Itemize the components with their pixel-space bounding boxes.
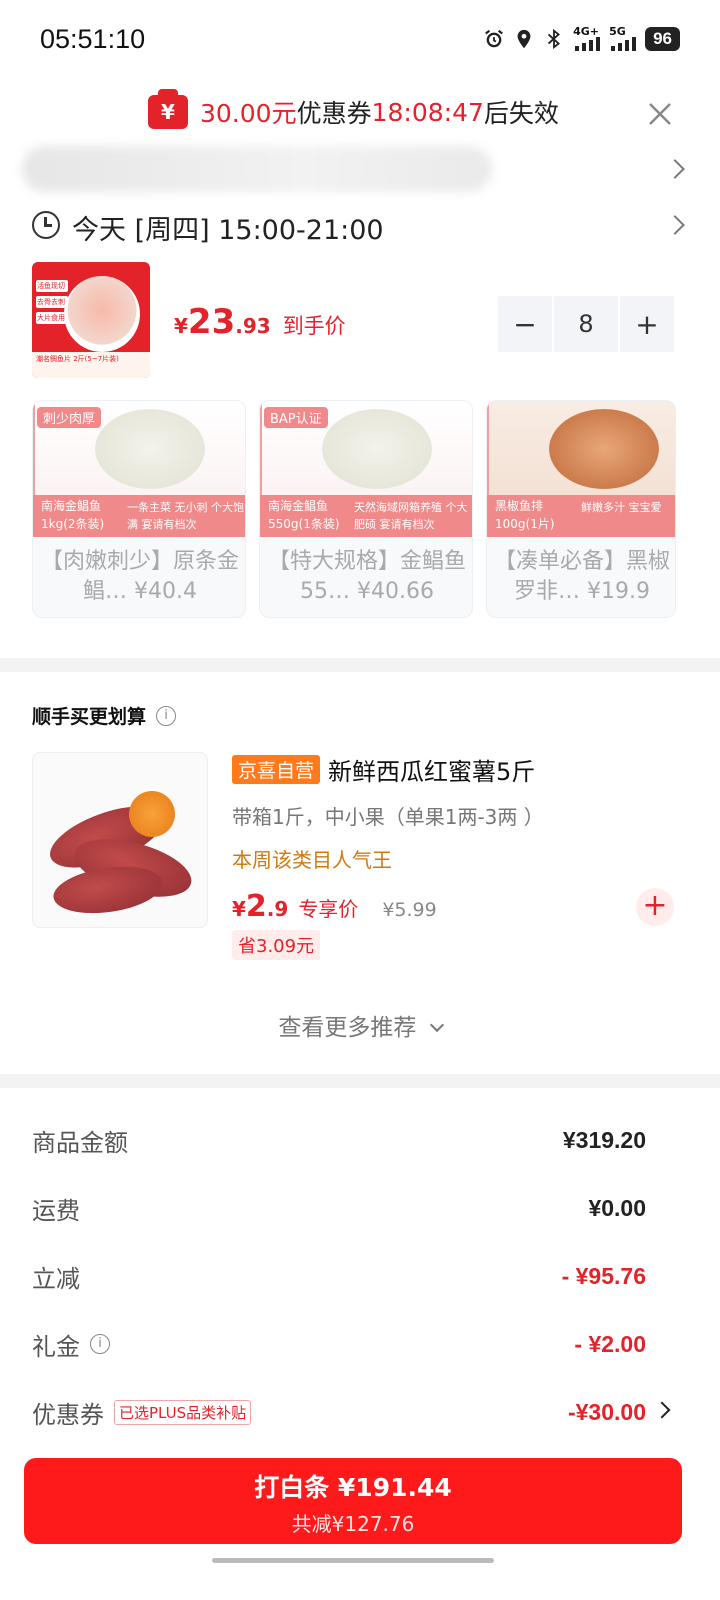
signal-5g-icon: 5G [609, 26, 637, 51]
recommend-item-name: 新鲜西瓜红蜜薯5斤 [328, 758, 536, 786]
coupon-expiry-banner: ¥ 30.00元 优惠券 18:08:47 后失效 [0, 89, 720, 138]
summary-discount-row: 立减 - ¥95.76 [32, 1262, 646, 1293]
chevron-right-icon [653, 1401, 671, 1419]
plus-subsidy-tag: 已选PLUS品类补贴 [114, 1399, 252, 1425]
coupon-text: 优惠券 [296, 99, 372, 128]
clock-icon [32, 211, 60, 239]
quantity-value[interactable]: 8 [554, 296, 618, 352]
increase-button[interactable]: + [620, 296, 674, 352]
bundle-section-title: 顺手买更划算 i [32, 702, 177, 729]
summary-goods-row: 商品金额 ¥319.20 [32, 1126, 646, 1157]
alarm-icon [485, 29, 503, 47]
product-image[interactable]: 活鱼现切 去骨去刺 大片食用 潮名鲷鱼片 2斤(5~7片装) [32, 262, 150, 378]
info-icon[interactable]: i [156, 705, 177, 726]
summary-shipping-row: 运费 ¥0.00 [32, 1194, 646, 1225]
coupon-expire-text: 后失效 [483, 99, 559, 128]
card-title: 【特大规格】金鲳鱼55… ¥40.66 [267, 549, 466, 604]
bluetooth-icon [547, 28, 561, 49]
home-indicator[interactable] [212, 1558, 494, 1563]
coupon-icon: ¥ [148, 89, 188, 129]
see-more-button[interactable]: 查看更多推荐 [0, 1008, 720, 1042]
recommend-item-image[interactable] [32, 752, 208, 928]
pay-button-label: 打白条 ¥191.44 [254, 1473, 452, 1502]
status-bar: 05:51:10 4G+ 5G 96 [0, 0, 720, 78]
add-to-order-button[interactable]: + [636, 888, 674, 926]
summary-gift-row: 礼金 i - ¥2.00 [32, 1330, 646, 1361]
section-divider [0, 1074, 720, 1088]
recommend-card[interactable]: 刺少肉厚 南海金鲳鱼 1kg(2条装) 一条主菜 无小刺 个大饱满 宴请有档次 【… [32, 400, 246, 618]
status-icons: 4G+ 5G 96 [483, 26, 680, 51]
close-icon[interactable] [644, 98, 676, 130]
save-badge: 省3.09元 [232, 930, 321, 960]
order-product: 活鱼现切 去骨去刺 大片食用 潮名鲷鱼片 2斤(5~7片装) ¥ 23 .93 … [0, 258, 720, 380]
location-icon [517, 29, 531, 48]
delivery-time: 今天 [周四] 15:00-21:00 [72, 215, 384, 246]
card-title: 【肉嫩刺少】原条金鲳… ¥40.4 [40, 549, 239, 604]
address-row[interactable] [0, 142, 720, 196]
price-label: 到手价 [282, 314, 346, 338]
product-price: ¥ 23 .93 到手价 [174, 302, 346, 342]
coupon-amount: 30.00元 [200, 99, 297, 128]
recommend-item-price: ¥ 2 .9 专享价 ¥5.99 [232, 889, 437, 924]
decrease-button[interactable]: − [498, 296, 552, 352]
recommend-carousel: 刺少肉厚 南海金鲳鱼 1kg(2条装) 一条主菜 无小刺 个大饱满 宴请有档次 【… [0, 400, 720, 620]
summary-coupon-row[interactable]: 优惠券 已选PLUS品类补贴 -¥30.00 [32, 1392, 646, 1432]
card-title: 【凑单必备】黑椒罗非… ¥19.9 [493, 549, 670, 604]
coupon-countdown: 18:08:47 [371, 97, 484, 127]
battery-indicator: 96 [645, 26, 680, 51]
signal-4g-icon: 4G+ [573, 26, 601, 51]
seller-badge: 京喜自营 [232, 755, 321, 784]
section-divider [0, 658, 720, 672]
status-time: 05:51:10 [40, 24, 146, 54]
recommend-card[interactable]: BAP认证 南海金鲳鱼 550g(1条装) 天然海域网箱养殖 个大肥硕 宴请有档次… [259, 400, 473, 618]
chevron-right-icon [665, 215, 685, 235]
pay-button[interactable]: 打白条 ¥191.44 共减¥127.76 [24, 1458, 682, 1544]
original-price: ¥5.99 [382, 899, 437, 921]
info-icon[interactable]: i [90, 1334, 110, 1354]
address-blurred [22, 146, 492, 192]
delivery-time-row[interactable]: 今天 [周四] 15:00-21:00 [0, 202, 720, 252]
chevron-right-icon [665, 159, 685, 179]
recommend-card[interactable]: 黑椒鱼排 100g(1片) 鲜嫩多汁 宝宝爱 【凑单必备】黑椒罗非… ¥19.9 [486, 400, 676, 618]
recommend-item-hot: 本周该类目人气王 [232, 848, 392, 872]
recommend-item-info[interactable]: 京喜自营 新鲜西瓜红蜜薯5斤 带箱1斤，中小果（单果1两-3两 ） 本周该类目人… [232, 752, 692, 960]
chevron-down-icon [429, 1017, 444, 1033]
recommend-item-spec: 带箱1斤，中小果（单果1两-3两 ） [232, 805, 544, 829]
pay-button-savings: 共减¥127.76 [291, 1512, 415, 1536]
quantity-stepper: − 8 + [498, 296, 674, 352]
